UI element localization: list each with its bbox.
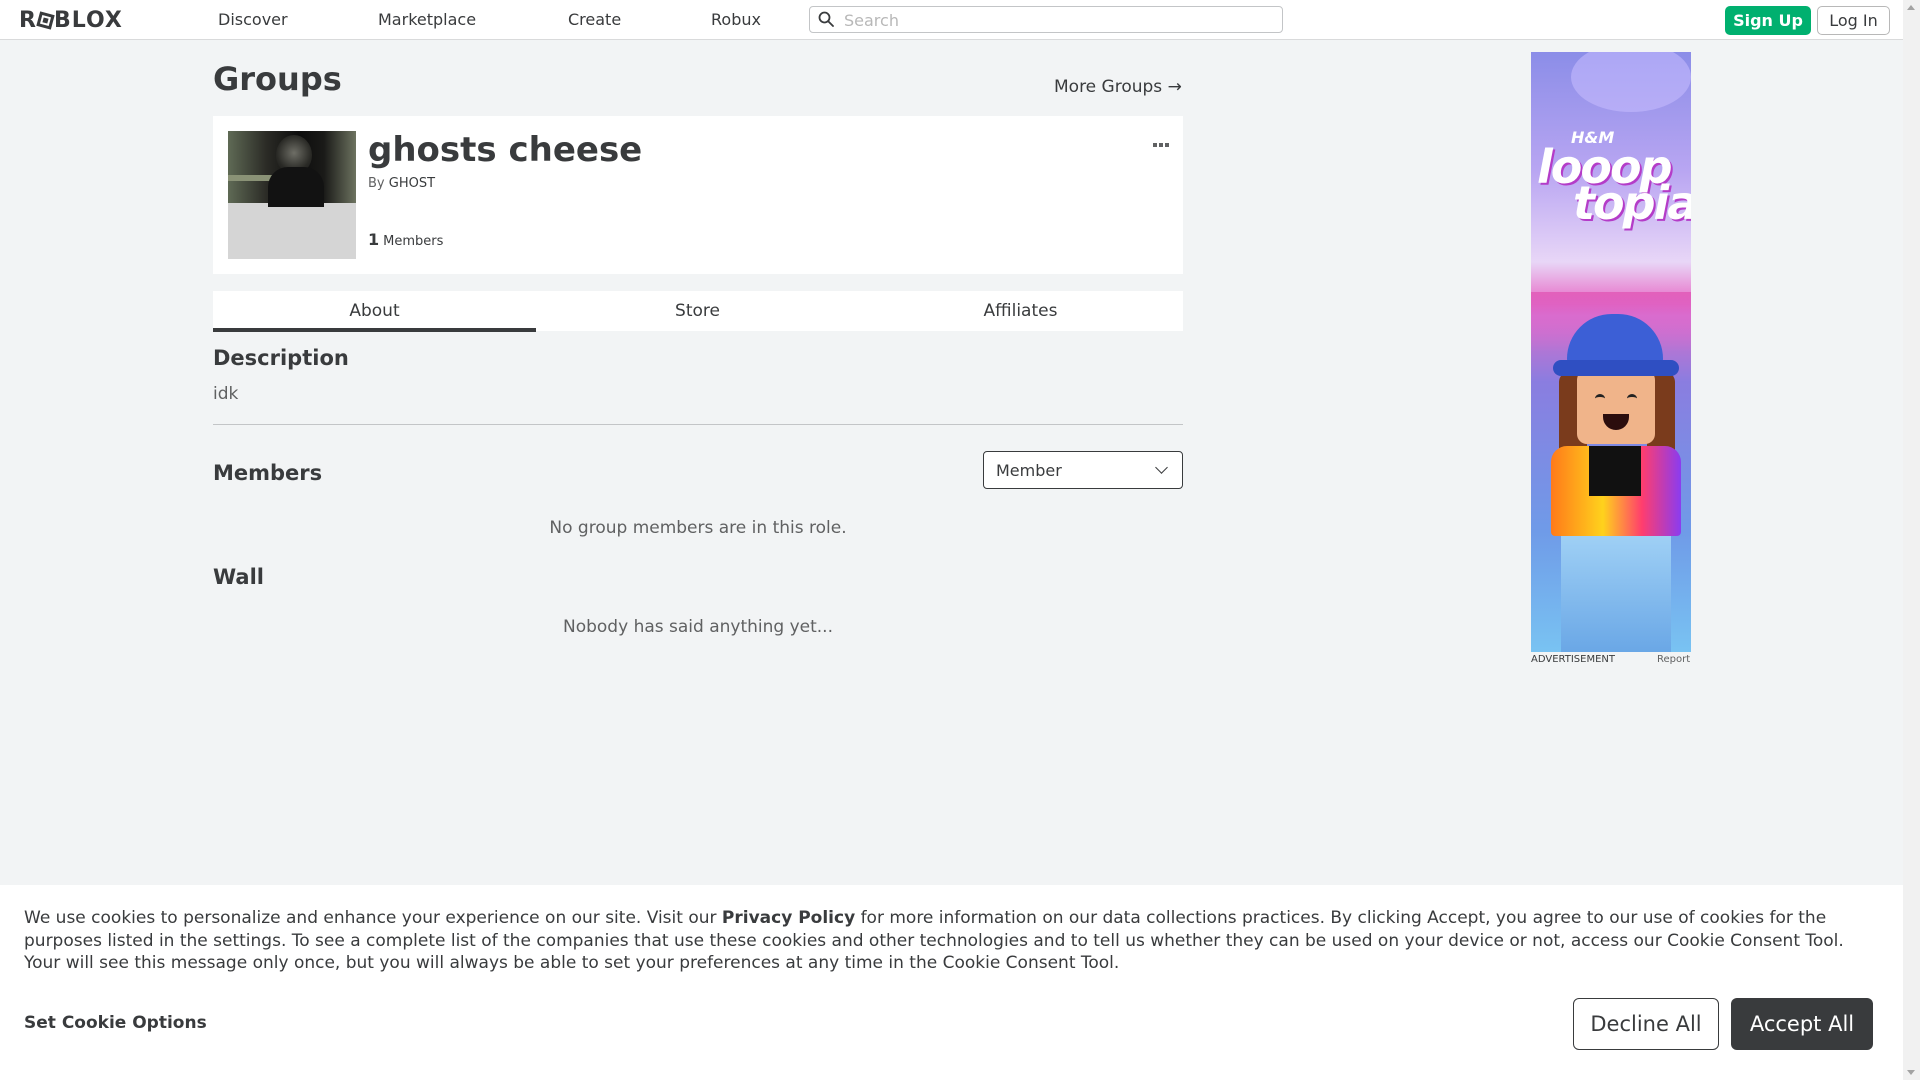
- logo-letter-r: R: [19, 8, 37, 33]
- members-title: Members: [213, 461, 323, 485]
- group-emblem-image: [228, 131, 356, 259]
- group-emblem-photo: [228, 131, 356, 207]
- ad-logo-line-2: topia: [1573, 176, 1691, 230]
- page-title: Groups: [213, 60, 342, 98]
- roblox-logo[interactable]: R BLOX: [19, 8, 123, 33]
- page-scrollbar[interactable]: [1903, 0, 1920, 1080]
- group-header-card: ghosts cheese By GHOST 1 Members: [213, 116, 1183, 274]
- tab-affiliates[interactable]: Affiliates: [859, 291, 1182, 331]
- group-tabs: About Store Affiliates: [213, 291, 1183, 332]
- member-count-label: Members: [383, 234, 444, 249]
- nav-link-discover[interactable]: Discover: [218, 10, 288, 29]
- more-options-icon[interactable]: [1153, 132, 1173, 147]
- group-owner-prefix: By: [368, 176, 385, 191]
- scroll-up-arrow-icon[interactable]: [1907, 5, 1915, 10]
- scroll-down-arrow-icon[interactable]: [1907, 1070, 1915, 1075]
- wall-empty-message: Nobody has said anything yet...: [563, 617, 833, 637]
- tab-about[interactable]: About: [213, 291, 536, 332]
- nav-link-create[interactable]: Create: [568, 10, 621, 29]
- logo-letters-blox: BLOX: [53, 8, 123, 33]
- advertisement-banner[interactable]: H&M looop topia: [1531, 52, 1691, 652]
- wall-title: Wall: [213, 565, 264, 589]
- logo-o-icon: [36, 11, 55, 30]
- description-title: Description: [213, 346, 349, 370]
- chevron-down-icon: [1155, 461, 1168, 474]
- group-owner-line: By GHOST: [368, 176, 435, 191]
- nav-link-robux[interactable]: Robux: [711, 10, 761, 29]
- role-dropdown-value: Member: [996, 461, 1062, 480]
- log-in-button[interactable]: Log In: [1817, 6, 1890, 35]
- members-empty-message: No group members are in this role.: [549, 518, 847, 538]
- ad-avatar-character: [1577, 370, 1655, 444]
- more-groups-link[interactable]: More Groups →: [1054, 77, 1182, 97]
- search-icon[interactable]: [818, 11, 834, 27]
- cookie-consent-banner: We use cookies to personalize and enhanc…: [0, 885, 1903, 1080]
- cookie-text-before: We use cookies to personalize and enhanc…: [24, 908, 722, 928]
- section-divider: [213, 424, 1183, 425]
- group-description: idk: [213, 384, 239, 404]
- decline-all-button[interactable]: Decline All: [1573, 998, 1719, 1050]
- ad-report-link[interactable]: Report: [1657, 654, 1690, 665]
- member-count-number: 1: [368, 230, 380, 249]
- advertisement-label: ADVERTISEMENT: [1531, 654, 1616, 665]
- nav-link-marketplace[interactable]: Marketplace: [378, 10, 476, 29]
- privacy-policy-link[interactable]: Privacy Policy: [722, 908, 855, 928]
- cookie-message: We use cookies to personalize and enhanc…: [24, 907, 1880, 975]
- search-input[interactable]: [844, 10, 1264, 30]
- tab-store[interactable]: Store: [536, 291, 859, 331]
- set-cookie-options-link[interactable]: Set Cookie Options: [24, 1013, 207, 1033]
- search-box: [809, 6, 1283, 33]
- group-owner-link[interactable]: GHOST: [389, 176, 435, 191]
- role-dropdown[interactable]: Member: [983, 451, 1183, 489]
- accept-all-button[interactable]: Accept All: [1731, 998, 1873, 1050]
- group-member-count: 1 Members: [368, 230, 443, 249]
- top-navigation-bar: R BLOX Discover Marketplace Create Robux …: [0, 0, 1903, 40]
- sign-up-button[interactable]: Sign Up: [1725, 6, 1811, 35]
- group-name: ghosts cheese: [368, 130, 643, 170]
